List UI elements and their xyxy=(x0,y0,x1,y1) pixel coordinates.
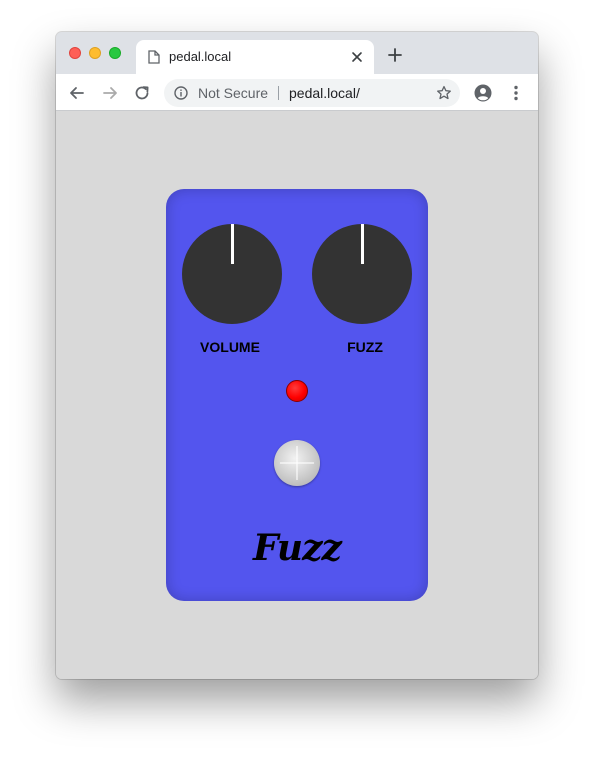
star-icon[interactable] xyxy=(436,85,452,101)
address-bar[interactable]: Not Secure pedal.local/ xyxy=(164,79,460,107)
tab-strip: pedal.local xyxy=(56,32,538,74)
forward-arrow-icon[interactable] xyxy=(101,84,119,102)
page-icon xyxy=(148,50,160,64)
footswitch-texture-v xyxy=(296,446,298,480)
browser-window: pedal.local Not Secure pedal.local/ VOLU… xyxy=(56,32,538,679)
back-arrow-icon[interactable] xyxy=(68,84,86,102)
info-icon[interactable] xyxy=(174,86,188,100)
fuzz-knob-pointer xyxy=(361,224,364,264)
reload-icon[interactable] xyxy=(133,84,151,102)
fuzz-pedal: VOLUME FUZZ Fuzz xyxy=(166,189,428,601)
page-content: VOLUME FUZZ Fuzz xyxy=(56,111,538,679)
close-icon[interactable] xyxy=(350,50,364,64)
omnibox-divider xyxy=(278,86,279,100)
volume-label: VOLUME xyxy=(200,339,260,355)
tab-title: pedal.local xyxy=(169,49,232,64)
tab-pedal-local[interactable]: pedal.local xyxy=(136,40,374,74)
volume-knob[interactable] xyxy=(182,224,282,324)
more-vert-icon[interactable] xyxy=(507,84,525,102)
pedal-name: Fuzz xyxy=(253,527,342,569)
account-icon[interactable] xyxy=(474,84,492,102)
browser-toolbar: Not Secure pedal.local/ xyxy=(56,74,538,111)
plus-icon[interactable] xyxy=(388,48,402,62)
url-text[interactable]: pedal.local/ xyxy=(289,85,360,101)
window-zoom-button[interactable] xyxy=(109,47,121,59)
fuzz-label: FUZZ xyxy=(347,339,383,355)
volume-knob-pointer xyxy=(231,224,234,264)
window-minimize-button[interactable] xyxy=(89,47,101,59)
fuzz-knob[interactable] xyxy=(312,224,412,324)
window-close-button[interactable] xyxy=(69,47,81,59)
status-led xyxy=(286,380,308,402)
footswitch-button[interactable] xyxy=(274,440,320,486)
security-label[interactable]: Not Secure xyxy=(198,85,268,101)
